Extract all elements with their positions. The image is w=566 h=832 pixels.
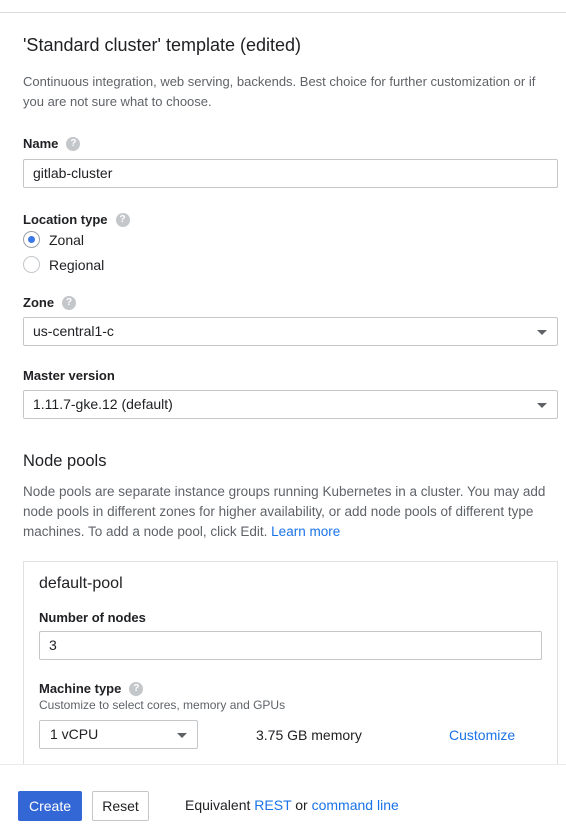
- learn-more-link[interactable]: Learn more: [271, 524, 340, 539]
- machine-type-subtitle: Customize to select cores, memory and GP…: [39, 698, 286, 712]
- equivalent-or: or: [295, 797, 308, 813]
- create-button[interactable]: Create: [18, 791, 82, 821]
- radio-regional-label: Regional: [49, 256, 105, 273]
- machine-type-label: Machine type ?: [39, 681, 144, 696]
- page-title: 'Standard cluster' template (edited): [23, 35, 302, 55]
- name-input[interactable]: gitlab-cluster: [23, 159, 558, 188]
- help-icon[interactable]: ?: [115, 212, 130, 227]
- location-type-label-text: Location type: [23, 212, 108, 227]
- master-version-select[interactable]: 1.11.7-gke.12 (default): [23, 390, 558, 419]
- location-type-label: Location type ?: [23, 212, 130, 227]
- radio-zonal-label: Zonal: [49, 231, 85, 248]
- top-divider: [0, 12, 566, 13]
- master-version-label: Master version: [23, 368, 115, 383]
- help-icon[interactable]: ?: [129, 681, 144, 696]
- equivalent-text: Equivalent REST or command line: [185, 797, 399, 813]
- master-version-value: 1.11.7-gke.12 (default): [33, 396, 173, 412]
- help-icon[interactable]: ?: [66, 136, 81, 151]
- radio-regional[interactable]: Regional: [23, 256, 104, 273]
- dropdown-arrow-icon: [537, 403, 547, 408]
- name-label: Name ?: [23, 136, 81, 151]
- rest-link[interactable]: REST: [254, 797, 291, 813]
- command-line-link[interactable]: command line: [312, 797, 399, 813]
- memory-value: 3.75 GB memory: [256, 727, 362, 743]
- zone-label: Zone ?: [23, 295, 77, 310]
- master-version-label-text: Master version: [23, 368, 115, 383]
- node-pools-title: Node pools: [23, 452, 107, 470]
- nodes-label: Number of nodes: [39, 610, 146, 625]
- footer-bar: Create Reset Equivalent REST or command …: [0, 764, 566, 832]
- customize-link[interactable]: Customize: [449, 727, 515, 743]
- equivalent-prefix: Equivalent: [185, 797, 251, 813]
- template-description: Continuous integration, web serving, bac…: [23, 74, 536, 109]
- radio-zonal[interactable]: Zonal: [23, 231, 84, 248]
- zone-label-text: Zone: [23, 295, 55, 310]
- radio-button-checked-icon[interactable]: [23, 231, 40, 248]
- dropdown-arrow-icon: [537, 330, 547, 335]
- pool-name: default-pool: [39, 575, 123, 592]
- dropdown-arrow-icon: [177, 733, 187, 738]
- machine-type-label-text: Machine type: [39, 681, 122, 696]
- nodes-input[interactable]: 3: [39, 631, 542, 660]
- node-pools-description: Node pools are separate instance groups …: [23, 482, 559, 542]
- vcpu-select[interactable]: 1 vCPU: [39, 720, 198, 749]
- radio-button-unchecked-icon[interactable]: [23, 256, 40, 273]
- zone-select-value: us-central1-c: [33, 323, 114, 339]
- default-pool-card: default-pool Number of nodes 3 Machine t…: [23, 561, 558, 781]
- help-icon[interactable]: ?: [62, 295, 77, 310]
- name-label-text: Name: [23, 136, 59, 151]
- zone-select[interactable]: us-central1-c: [23, 317, 558, 346]
- reset-button[interactable]: Reset: [92, 791, 149, 821]
- vcpu-value: 1 vCPU: [50, 726, 99, 742]
